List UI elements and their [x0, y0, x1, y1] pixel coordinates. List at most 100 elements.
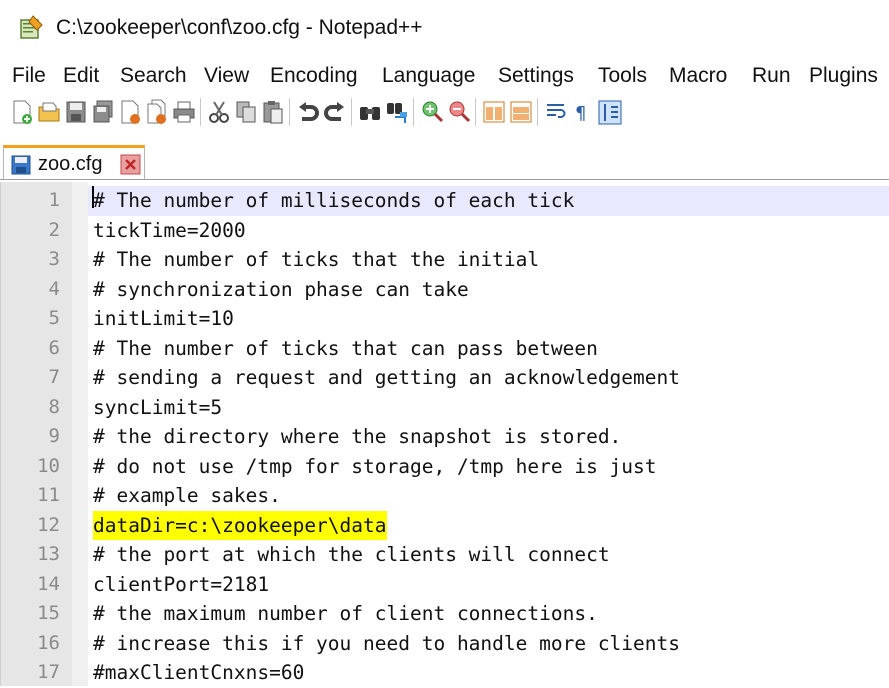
code-text: # increase this if you need to handle mo…: [93, 631, 680, 655]
menu-tools[interactable]: Tools: [598, 64, 647, 88]
notepadpp-app-icon: [20, 15, 43, 39]
line-number: 17: [37, 661, 60, 683]
code-line: 9 # the directory where the snapshot is s…: [0, 422, 889, 452]
show-all-characters-icon[interactable]: ¶: [571, 99, 595, 125]
code-text: # do not use /tmp for storage, /tmp here…: [93, 454, 657, 478]
code-line: 3 # The number of ticks that the initial: [0, 245, 889, 275]
code-text: syncLimit=5: [93, 395, 223, 419]
code-text: initLimit=10: [93, 307, 234, 330]
highlighted-code-text: dataDir=c:\zookeeper\data: [93, 510, 387, 540]
menu-macro[interactable]: Macro: [669, 64, 727, 88]
line-number: 1: [48, 189, 60, 211]
sync-horizontal-icon[interactable]: [509, 99, 533, 125]
open-file-icon[interactable]: [37, 99, 61, 125]
toolbar-separator: [289, 98, 290, 126]
toolbar-separator: [475, 98, 476, 126]
line-number: 5: [48, 307, 60, 329]
menu-edit[interactable]: Edit: [63, 64, 99, 88]
code-text: # the maximum number of client connectio…: [93, 602, 598, 625]
code-line: 8 syncLimit=5: [0, 393, 889, 423]
indent-guide-icon[interactable]: [598, 99, 622, 125]
code-text: # The number of ticks that can pass betw…: [93, 336, 598, 360]
svg-text:¶: ¶: [575, 103, 586, 124]
menu-search[interactable]: Search: [120, 64, 187, 88]
line-number: 10: [37, 454, 60, 477]
close-tab-icon[interactable]: [120, 154, 141, 175]
code-line: 16 # increase this if you need to handle …: [0, 629, 889, 659]
code-line: 6 # The number of ticks that can pass bet…: [0, 334, 889, 364]
menu-view[interactable]: View: [204, 64, 249, 88]
code-text: # The number of milliseconds of each tic…: [93, 189, 575, 212]
code-text: # synchronization phase can take: [93, 277, 469, 301]
title-bar: C:\zookeeper\conf\zoo.cfg - Notepad++: [0, 0, 889, 60]
line-number: 3: [48, 248, 60, 270]
menu-plugins[interactable]: Plugins: [809, 64, 878, 88]
line-number: 7: [48, 366, 60, 388]
line-number: 13: [37, 543, 60, 565]
code-text: # example sakes.: [93, 484, 281, 507]
line-number: 4: [48, 277, 60, 300]
line-number: 11: [37, 484, 60, 506]
toolbar-separator: [351, 98, 352, 126]
saved-file-icon: [11, 155, 31, 175]
code-line: 10 # do not use /tmp for storage, /tmp he…: [0, 452, 889, 482]
menu-file[interactable]: File: [12, 64, 46, 88]
code-text: tickTime=2000: [93, 218, 246, 242]
menu-run[interactable]: Run: [752, 64, 791, 88]
tab-bar-divider: [0, 179, 889, 180]
close-icon[interactable]: [118, 99, 142, 125]
new-file-icon[interactable]: [10, 99, 34, 125]
sync-vertical-icon[interactable]: [482, 99, 506, 125]
line-number: 14: [37, 572, 60, 595]
zoom-in-icon[interactable]: [420, 99, 444, 125]
code-line: 13 # the port at which the clients will c…: [0, 540, 889, 570]
find-icon[interactable]: [358, 99, 382, 125]
word-wrap-icon[interactable]: [544, 99, 568, 125]
code-text: clientPort=2181: [93, 572, 270, 596]
code-line: 14 clientPort=2181: [0, 570, 889, 600]
toolbar-separator: [200, 98, 201, 126]
code-line: 15 # the maximum number of client connect…: [0, 599, 889, 629]
redo-icon[interactable]: [323, 99, 347, 125]
zoom-out-icon[interactable]: [447, 99, 471, 125]
tab-bar: zoo.cfg: [0, 143, 889, 181]
window-title: C:\zookeeper\conf\zoo.cfg - Notepad++: [56, 16, 423, 39]
close-all-icon[interactable]: [145, 99, 169, 125]
code-line: 12 dataDir=c:\zookeeper\data: [0, 510, 889, 541]
undo-icon[interactable]: [296, 99, 320, 125]
line-number: 12: [37, 513, 60, 536]
tab-label: zoo.cfg: [38, 153, 103, 175]
tab-zoo-cfg[interactable]: zoo.cfg: [3, 145, 145, 179]
print-icon[interactable]: [172, 99, 196, 125]
menu-language[interactable]: Language: [382, 64, 475, 88]
copy-icon[interactable]: [234, 99, 258, 125]
code-line: 4 # synchronization phase can take: [0, 275, 889, 305]
code-line: 11 # example sakes.: [0, 481, 889, 511]
line-number: 6: [48, 336, 60, 359]
code-text: # sending a request and getting an ackno…: [93, 366, 680, 389]
code-line: 1 # The number of milliseconds of each ti…: [0, 186, 889, 216]
menu-settings[interactable]: Settings: [498, 64, 574, 88]
code-line: 5 initLimit=10: [0, 304, 889, 334]
editor-area[interactable]: 1 # The number of milliseconds of each ti…: [0, 182, 889, 686]
toolbar: ¶: [0, 92, 889, 132]
code-text: #maxClientCnxns=60: [93, 661, 305, 684]
code-line: 7 # sending a request and getting an ackn…: [0, 363, 889, 393]
cut-icon[interactable]: [207, 99, 231, 125]
code-text: # the directory where the snapshot is st…: [93, 425, 622, 448]
code-line: 2 tickTime=2000: [0, 216, 889, 246]
line-number: 15: [37, 602, 60, 624]
save-icon[interactable]: [64, 99, 88, 125]
code-text: # the port at which the clients will con…: [93, 543, 610, 566]
line-number: 8: [48, 395, 60, 418]
line-number: 9: [48, 425, 60, 447]
line-number: 2: [48, 218, 60, 241]
replace-icon[interactable]: [385, 99, 409, 125]
toolbar-separator: [413, 98, 414, 126]
code-line: 17 #maxClientCnxns=60: [0, 658, 889, 688]
paste-icon[interactable]: [261, 99, 285, 125]
line-number: 16: [37, 631, 60, 654]
code-text: # The number of ticks that the initial: [93, 248, 540, 271]
menu-encoding[interactable]: Encoding: [270, 64, 358, 88]
save-all-icon[interactable]: [91, 99, 115, 125]
